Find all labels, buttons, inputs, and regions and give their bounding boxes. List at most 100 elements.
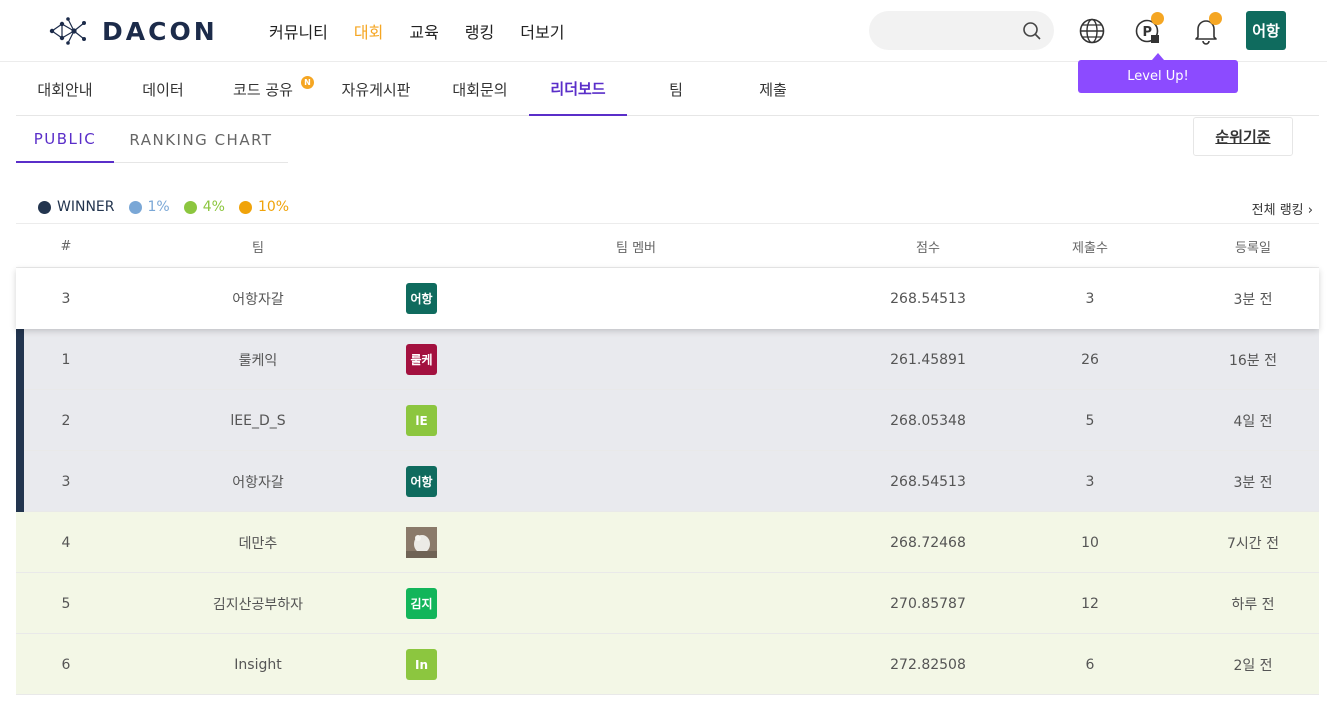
rank-cell: 3 [61, 473, 71, 490]
rank-cell: 4 [61, 534, 71, 551]
member-avatar[interactable]: In [406, 649, 437, 680]
tab-data[interactable]: 데이터 [114, 62, 212, 116]
legend-10pct-dot [238, 200, 252, 214]
legend-1pct-label: 1% [147, 199, 170, 215]
nav-item[interactable]: 커뮤니티 [269, 19, 328, 43]
member-cell: In [406, 634, 437, 695]
member-cell: 김지 [406, 573, 437, 634]
score-cell: 268.05348 [890, 412, 966, 429]
member-avatar[interactable]: 김지 [406, 588, 437, 619]
score-cell: 261.45891 [890, 351, 966, 368]
nav-item[interactable]: 더보기 [520, 19, 564, 43]
team-cell: Insight [234, 656, 282, 673]
date-cell: 16분 전 [1228, 352, 1278, 369]
date-cell: 3분 전 [1233, 291, 1273, 308]
tab-team[interactable]: 팀 [627, 62, 725, 116]
submissions-cell: 26 [1081, 351, 1099, 368]
legend-10pct: 10% [238, 199, 290, 215]
full-ranking-label: 전체 랭킹 [1251, 203, 1304, 218]
table-row[interactable]: 4 데만추 268.72468 10 7시간 전 [16, 512, 1319, 573]
table-header: # 팀 팀 멤버 점수 제출수 등록일 [16, 223, 1319, 268]
legend-10pct-label: 10% [257, 199, 290, 215]
dacon-logo[interactable]: DACON [48, 14, 218, 48]
brand-name: DACON [102, 16, 218, 46]
svg-text:P: P [1143, 25, 1153, 40]
header-rank: # [60, 239, 72, 254]
bell-notification-dot [1209, 12, 1222, 25]
competition-subnav: 대회안내 데이터 코드 공유 N 자유게시판 대회문의 리더보드 팀 제출 [16, 62, 1319, 116]
header-score: 점수 [916, 241, 940, 256]
nav-item[interactable]: 대회 [354, 19, 383, 43]
date-cell: 2일 전 [1233, 657, 1273, 674]
rank-cell: 5 [61, 595, 71, 612]
tab-submit[interactable]: 제출 [725, 62, 821, 116]
score-cell: 268.72468 [890, 534, 966, 551]
submissions-cell: 3 [1085, 290, 1095, 307]
legend-1pct: 1% [128, 199, 170, 215]
submissions-cell: 6 [1085, 656, 1095, 673]
header-submissions: 제출수 [1072, 241, 1108, 256]
member-cell: 어항 [406, 268, 437, 329]
date-cell: 4일 전 [1233, 413, 1273, 430]
score-cell: 270.85787 [890, 595, 966, 612]
tab-info[interactable]: 대회안내 [16, 62, 114, 116]
legend-4pct-label: 4% [202, 199, 225, 215]
tab-code-share[interactable]: 코드 공유 [212, 62, 314, 116]
legend-winner: WINNER [38, 199, 115, 215]
date-cell: 3분 전 [1233, 474, 1273, 491]
table-row[interactable]: 5 김지산공부하자 270.85787 12 하루 전 김지 [16, 573, 1319, 634]
member-cell: 룰케 [406, 329, 437, 390]
legend-winner-label: WINNER [57, 199, 115, 215]
submissions-cell: 10 [1081, 534, 1099, 551]
date-cell: 하루 전 [1231, 596, 1275, 613]
tab-inquiry[interactable]: 대회문의 [431, 62, 529, 116]
header-date: 등록일 [1235, 241, 1271, 256]
rank-cell: 2 [61, 412, 71, 429]
nav-item[interactable]: 교육 [409, 19, 438, 43]
table-row[interactable]: 6 Insight 272.82508 6 2일 전 In [16, 634, 1319, 695]
member-cell: 어항 [406, 451, 437, 512]
member-avatar[interactable] [406, 527, 437, 558]
search-icon[interactable] [1022, 21, 1042, 41]
member-avatar[interactable]: 룰케 [406, 344, 437, 375]
tab-ranking-chart[interactable]: RANKING CHART [114, 116, 288, 163]
team-cell: 룰케익 [238, 352, 278, 369]
tab-leaderboard[interactable]: 리더보드 [529, 62, 627, 116]
team-cell: 데만추 [238, 535, 278, 552]
submissions-cell: 5 [1085, 412, 1095, 429]
rank-cell: 6 [61, 656, 71, 673]
my-team-row[interactable]: 3 어항자갈 어항 268.54513 3 3분 전 [16, 268, 1319, 329]
nav-item[interactable]: 랭킹 [465, 19, 494, 43]
photo-avatar-icon [406, 527, 437, 558]
team-cell: 어항자갈 [232, 291, 284, 308]
tab-public[interactable]: PUBLIC [16, 116, 114, 163]
point-notification-dot [1151, 12, 1164, 25]
search-box[interactable] [869, 11, 1054, 50]
network-logo-icon [49, 17, 86, 45]
main-nav: 커뮤니티 대회 교육 랭킹 더보기 [269, 19, 590, 43]
leaderboard-view-tabs: PUBLIC RANKING CHART [16, 116, 288, 163]
rank-cell: 3 [61, 290, 71, 307]
table-row[interactable]: 3 어항자갈 268.54513 3 3분 전 어항 [16, 451, 1319, 512]
member-avatar[interactable]: 어항 [406, 283, 437, 314]
tier-legend: WINNER 1% 4% 10% [38, 199, 303, 215]
tab-free-board[interactable]: 자유게시판 [321, 62, 431, 116]
legend-4pct: 4% [183, 199, 225, 215]
score-cell: 268.54513 [890, 290, 966, 307]
submissions-cell: 12 [1081, 595, 1099, 612]
team-cell: 어항자갈 [232, 474, 284, 491]
member-cell [406, 512, 437, 573]
tab-code-share-label: 코드 공유 [233, 80, 293, 99]
new-badge: N [301, 76, 314, 89]
ranking-criteria-button[interactable]: 순위기준 [1193, 117, 1293, 156]
table-row[interactable]: 1 룰케익 261.45891 26 16분 전 룰케 [16, 329, 1319, 390]
member-avatar[interactable]: 어항 [406, 466, 437, 497]
full-ranking-link[interactable]: 전체 랭킹 › [1252, 199, 1313, 218]
user-avatar[interactable]: 어항 [1246, 11, 1286, 50]
team-cell: 김지산공부하자 [212, 596, 304, 613]
member-avatar[interactable]: lE [406, 405, 437, 436]
globe-icon[interactable] [1077, 16, 1107, 46]
table-row[interactable]: 2 lEE_D_S 268.05348 5 4일 전 lE [16, 390, 1319, 451]
legend-winner-dot [38, 200, 51, 214]
chevron-right-icon: › [1307, 203, 1313, 218]
